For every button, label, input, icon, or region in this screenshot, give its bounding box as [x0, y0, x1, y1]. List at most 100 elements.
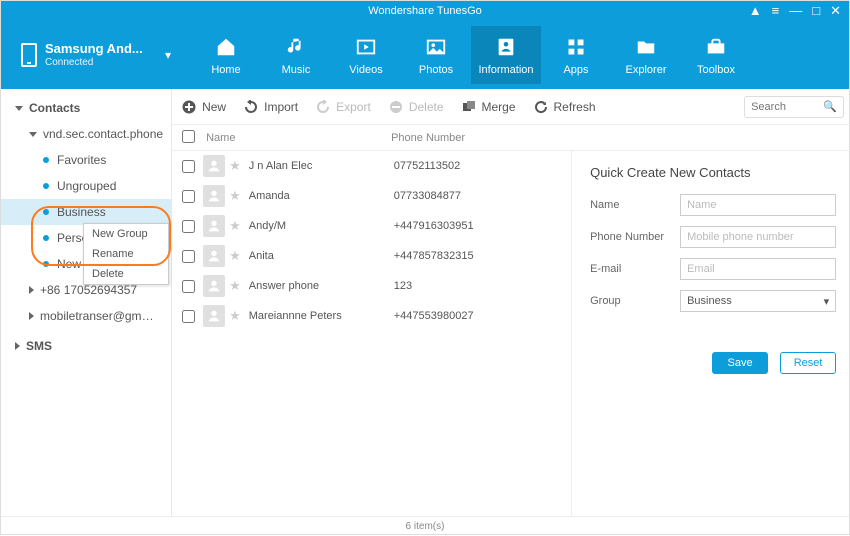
avatar-icon [203, 305, 225, 327]
contact-row[interactable]: ★Anita+447857832315 [172, 241, 571, 271]
name-input[interactable] [680, 194, 836, 216]
chevron-down-icon: ▾ [165, 48, 171, 62]
row-checkbox[interactable] [182, 160, 195, 173]
star-icon[interactable]: ★ [229, 308, 241, 324]
ctx-delete[interactable]: Delete [84, 264, 168, 284]
nav-music[interactable]: Music [261, 26, 331, 84]
nav-videos[interactable]: Videos [331, 26, 401, 84]
nav-information[interactable]: Information [471, 26, 541, 84]
window-controls: ▲ ≡ — □ ✕ [749, 3, 841, 19]
star-icon[interactable]: ★ [229, 218, 241, 234]
contact-name: Mareiannne Peters [249, 310, 394, 322]
toolbox-icon [681, 34, 751, 60]
contact-row[interactable]: ★Amanda07733084877 [172, 181, 571, 211]
col-name[interactable]: Name [206, 132, 391, 144]
star-icon[interactable]: ★ [229, 278, 241, 294]
star-icon[interactable]: ★ [229, 248, 241, 264]
contact-row[interactable]: ★ Andy/M+447916303951 [172, 211, 571, 241]
sidebar-label: vnd.sec.contact.phone [43, 127, 163, 141]
contact-row[interactable]: ★Answer phone123 [172, 271, 571, 301]
contact-phone: +447553980027 [394, 310, 561, 322]
bullet-icon [43, 157, 49, 163]
device-status: Connected [45, 57, 143, 69]
search-input[interactable] [751, 101, 823, 113]
sidebar-sms[interactable]: SMS [1, 333, 171, 359]
sidebar-group-business[interactable]: Business [1, 199, 171, 225]
nav-photos[interactable]: Photos [401, 26, 471, 84]
sidebar-group-ungrouped[interactable]: Ungrouped [1, 173, 171, 199]
information-icon [471, 34, 541, 60]
device-selector[interactable]: Samsung And... Connected ▾ [11, 41, 181, 69]
minimize-icon[interactable]: — [789, 3, 802, 19]
close-icon[interactable]: ✕ [830, 3, 841, 19]
merge-icon [462, 100, 476, 114]
label-group: Group [590, 295, 680, 307]
contact-row[interactable]: ★ Mareiannne Peters+447553980027 [172, 301, 571, 331]
reset-button[interactable]: Reset [780, 352, 836, 374]
sidebar-group-favorites[interactable]: Favorites [1, 147, 171, 173]
merge-button[interactable]: Merge [462, 100, 516, 114]
delete-button[interactable]: Delete [389, 100, 444, 114]
contact-row[interactable]: ★J n Alan Elec07752113502 [172, 151, 571, 181]
nav-apps[interactable]: Apps [541, 26, 611, 84]
context-menu: New GroupRenameDelete [83, 223, 169, 285]
nav-toolbox[interactable]: Toolbox [681, 26, 751, 84]
contact-name: Andy/M [249, 220, 394, 232]
search-box[interactable]: 🔍 [744, 96, 844, 118]
toolbar: New Import Export Delete Merge Refresh [172, 89, 850, 125]
videos-icon [331, 34, 401, 60]
ctx-rename[interactable]: Rename [84, 244, 168, 264]
row-checkbox[interactable] [182, 250, 195, 263]
status-bar: 6 item(s) [1, 516, 849, 536]
label-email: E-mail [590, 263, 680, 275]
import-icon [244, 100, 258, 114]
search-icon: 🔍 [823, 100, 837, 113]
music-icon [261, 34, 331, 60]
contact-name: J n Alan Elec [249, 160, 394, 172]
panel-title: Quick Create New Contacts [590, 165, 836, 180]
bullet-icon [43, 183, 49, 189]
sidebar-contacts[interactable]: Contacts [1, 95, 171, 121]
import-button[interactable]: Import [244, 100, 298, 114]
chevron-right-icon [29, 286, 34, 294]
refresh-button[interactable]: Refresh [534, 100, 596, 114]
phone-input[interactable] [680, 226, 836, 248]
menu-icon[interactable]: ≡ [772, 3, 780, 19]
avatar-icon [203, 185, 225, 207]
contact-phone: 123 [394, 280, 561, 292]
row-checkbox[interactable] [182, 280, 195, 293]
row-checkbox[interactable] [182, 190, 195, 203]
select-all-checkbox[interactable] [182, 130, 195, 143]
contact-phone: +447916303951 [394, 220, 561, 232]
contact-phone: +447857832315 [394, 250, 561, 262]
contact-name: Amanda [249, 190, 394, 202]
item-count: 6 item(s) [406, 521, 445, 532]
export-icon [316, 100, 330, 114]
col-phone[interactable]: Phone Number [391, 132, 844, 144]
group-select[interactable]: Business ▾ [680, 290, 836, 312]
ctx-new-group[interactable]: New Group [84, 224, 168, 244]
nav-home[interactable]: Home [191, 26, 261, 84]
row-checkbox[interactable] [182, 310, 195, 323]
bullet-icon [43, 235, 49, 241]
star-icon[interactable]: ★ [229, 158, 241, 174]
sidebar-account[interactable]: mobiletranser@gmail.c... [1, 303, 171, 329]
nav-bar: Samsung And... Connected ▾ HomeMusicVide… [1, 21, 849, 89]
explorer-icon [611, 34, 681, 60]
sidebar-label: SMS [26, 339, 52, 353]
user-icon[interactable]: ▲ [749, 3, 762, 19]
maximize-icon[interactable]: □ [812, 3, 820, 19]
save-button[interactable]: Save [712, 352, 768, 374]
row-checkbox[interactable] [182, 220, 195, 233]
export-button[interactable]: Export [316, 100, 371, 114]
bullet-icon [43, 209, 49, 215]
sidebar-source[interactable]: vnd.sec.contact.phone [1, 121, 171, 147]
email-input[interactable] [680, 258, 836, 280]
new-button[interactable]: New [182, 100, 226, 114]
chevron-down-icon [29, 132, 37, 137]
chevron-right-icon [29, 312, 34, 320]
star-icon[interactable]: ★ [229, 188, 241, 204]
contact-list: ★J n Alan Elec07752113502★Amanda07733084… [172, 151, 572, 516]
chevron-right-icon [15, 342, 20, 350]
nav-explorer[interactable]: Explorer [611, 26, 681, 84]
